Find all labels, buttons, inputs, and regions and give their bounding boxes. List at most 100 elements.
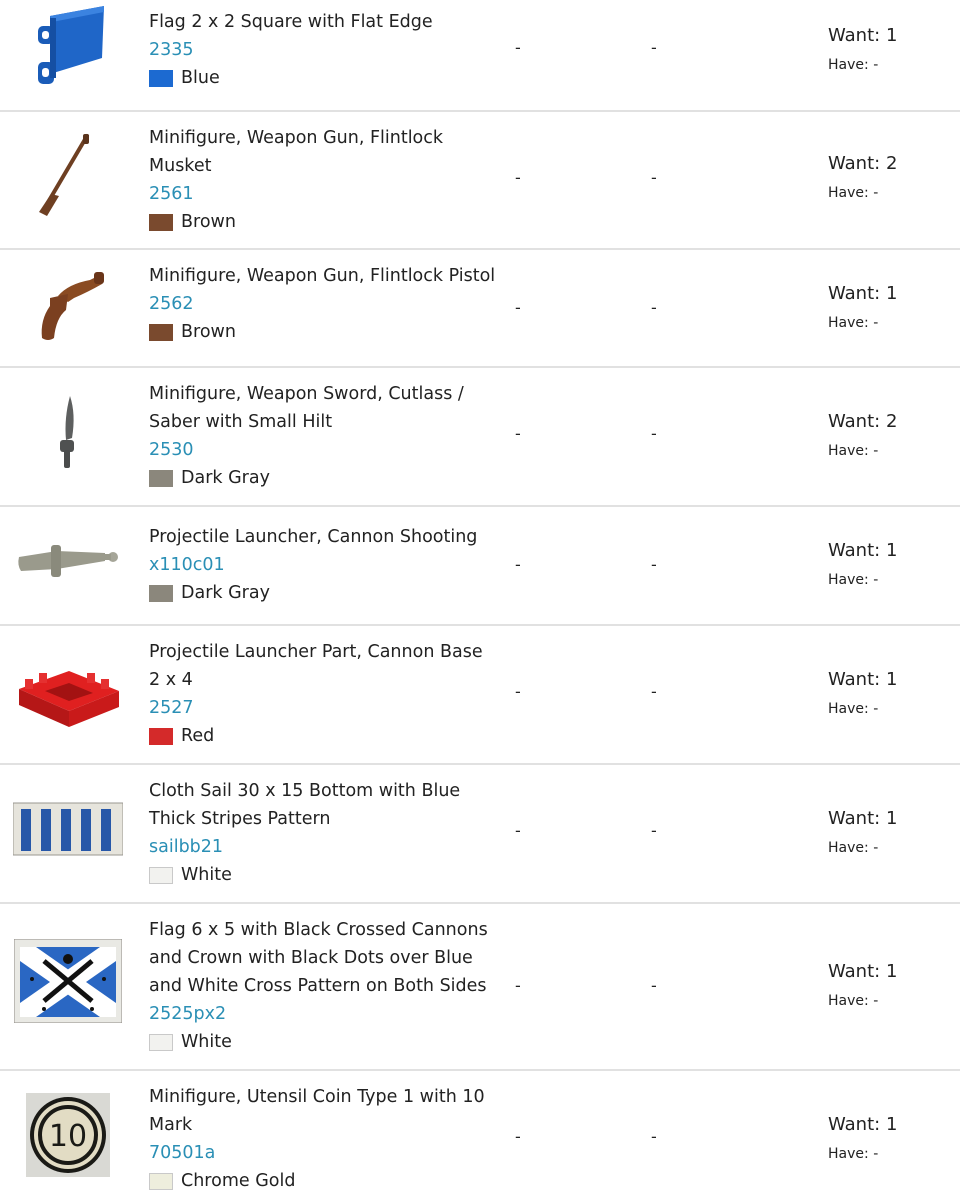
item-name: Minifigure, Weapon Gun, Flintlock Pistol [149, 266, 496, 286]
want-value: 1 [885, 669, 898, 690]
quantity-block: Want: 2 Have: - [828, 152, 897, 203]
color-label: Brown [181, 212, 236, 232]
quantity-block: Want: 1 Have: - [828, 282, 897, 333]
want-label: Want: [828, 961, 881, 982]
item-name: Projectile Launcher Part, Cannon Base 2 … [149, 642, 483, 690]
list-item: Projectile Launcher Part, Cannon Base 2 … [0, 626, 960, 765]
column-2-value: - [651, 424, 657, 443]
color-swatch [149, 323, 173, 341]
have-label: Have: [828, 993, 869, 1009]
list-item: Minifigure, Weapon Gun, Flintlock Musket… [0, 112, 960, 250]
quantity-block: Want: 1 Have: - [828, 960, 897, 1011]
have-label: Have: [828, 443, 869, 459]
list-item: Projectile Launcher, Cannon Shooting x11… [0, 507, 960, 626]
have-label: Have: [828, 1146, 869, 1162]
coin-icon: 10 [10, 1093, 125, 1177]
want-label: Want: [828, 153, 881, 174]
want-value: 2 [885, 153, 898, 174]
part-number-link[interactable]: 2562 [149, 290, 499, 318]
column-1-value: - [515, 298, 521, 317]
quantity-block: Want: 1 Have: - [828, 1113, 897, 1164]
item-color: Red [149, 722, 499, 750]
column-2-value: - [651, 38, 657, 57]
musket-icon [10, 132, 125, 222]
quantity-block: Want: 2 Have: - [828, 410, 897, 461]
column-2-value: - [651, 555, 657, 574]
list-item: Minifigure, Weapon Sword, Cutlass / Sabe… [0, 368, 960, 507]
item-name: Flag 2 x 2 Square with Flat Edge [149, 12, 433, 32]
column-1-value: - [515, 1127, 521, 1146]
color-swatch [149, 584, 173, 602]
item-color: White [149, 861, 499, 889]
item-color: Dark Gray [149, 464, 499, 492]
part-number-link[interactable]: x110c01 [149, 551, 499, 579]
part-number-link[interactable]: 2335 [149, 36, 499, 64]
have-value: - [873, 993, 879, 1009]
color-swatch [149, 727, 173, 745]
have-label: Have: [828, 572, 869, 588]
want-label: Want: [828, 283, 881, 304]
column-1-value: - [515, 976, 521, 995]
column-2-value: - [651, 298, 657, 317]
item-color: Dark Gray [149, 579, 499, 607]
color-label: Dark Gray [181, 468, 270, 488]
sail-stripes-icon [10, 793, 125, 865]
want-value: 1 [885, 540, 898, 561]
color-label: Blue [181, 68, 220, 88]
cannon-icon [10, 525, 125, 605]
flag-blue-icon [10, 6, 125, 90]
part-number-link[interactable]: 2525px2 [149, 1000, 499, 1028]
have-value: - [873, 701, 879, 717]
have-label: Have: [828, 185, 869, 201]
want-value: 1 [885, 25, 898, 46]
column-2-value: - [651, 168, 657, 187]
part-number-link[interactable]: 70501a [149, 1139, 499, 1167]
want-label: Want: [828, 808, 881, 829]
part-number-link[interactable]: 2530 [149, 436, 499, 464]
item-name: Cloth Sail 30 x 15 Bottom with Blue Thic… [149, 781, 461, 829]
want-value: 1 [885, 808, 898, 829]
column-2-value: - [651, 976, 657, 995]
have-label: Have: [828, 315, 869, 331]
item-color: Brown [149, 208, 499, 236]
color-swatch [149, 1033, 173, 1051]
have-value: - [873, 185, 879, 201]
list-item: Flag 2 x 2 Square with Flat Edge 2335 Bl… [0, 0, 960, 112]
quantity-block: Want: 1 Have: - [828, 668, 897, 719]
want-label: Want: [828, 411, 881, 432]
have-value: - [873, 1146, 879, 1162]
part-number-link[interactable]: 2561 [149, 180, 499, 208]
have-value: - [873, 315, 879, 331]
part-number-link[interactable]: sailbb21 [149, 833, 499, 861]
color-swatch [149, 213, 173, 231]
column-2-value: - [651, 821, 657, 840]
want-label: Want: [828, 25, 881, 46]
column-1-value: - [515, 821, 521, 840]
color-label: White [181, 865, 232, 885]
color-swatch [149, 469, 173, 487]
item-name: Minifigure, Weapon Gun, Flintlock Musket [149, 128, 444, 176]
part-number-link[interactable]: 2527 [149, 694, 499, 722]
want-label: Want: [828, 540, 881, 561]
column-1-value: - [515, 168, 521, 187]
flag-cross-icon [10, 938, 125, 1024]
column-1-value: - [515, 38, 521, 57]
item-color: Chrome Gold [149, 1167, 499, 1195]
column-1-value: - [515, 682, 521, 701]
color-label: Chrome Gold [181, 1171, 296, 1191]
list-item: Flag 6 x 5 with Black Crossed Cannons an… [0, 904, 960, 1071]
want-value: 1 [885, 1114, 898, 1135]
item-name: Projectile Launcher, Cannon Shooting [149, 527, 478, 547]
quantity-block: Want: 1 Have: - [828, 807, 897, 858]
color-swatch [149, 866, 173, 884]
list-item: Cloth Sail 30 x 15 Bottom with Blue Thic… [0, 765, 960, 904]
color-label: White [181, 1032, 232, 1052]
have-label: Have: [828, 840, 869, 856]
have-value: - [873, 572, 879, 588]
have-label: Have: [828, 701, 869, 717]
list-item: 10 Minifigure, Utensil Coin Type 1 with … [0, 1071, 960, 1203]
column-1-value: - [515, 424, 521, 443]
item-name: Minifigure, Weapon Sword, Cutlass / Sabe… [149, 384, 464, 432]
have-value: - [873, 840, 879, 856]
have-value: - [873, 443, 879, 459]
